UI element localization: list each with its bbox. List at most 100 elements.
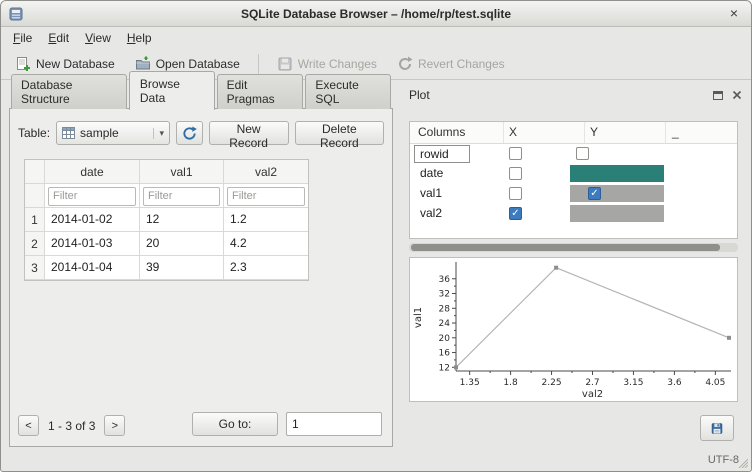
svg-text:4.05: 4.05 <box>705 378 725 388</box>
y-color-block-val1[interactable] <box>570 185 664 202</box>
write-changes-icon <box>277 56 293 72</box>
plot-column-row: date <box>410 164 737 184</box>
cell-date[interactable]: 2014-01-03 <box>45 232 140 256</box>
next-page-button[interactable]: > <box>104 415 125 436</box>
menu-file[interactable]: File <box>5 29 40 47</box>
table-corner-cell <box>25 160 45 184</box>
close-icon: × <box>730 5 738 21</box>
horizontal-scrollbar[interactable] <box>409 243 738 252</box>
titlebar[interactable]: SQLite Database Browser – /home/rp/test.… <box>1 1 751 27</box>
svg-text:val1: val1 <box>413 307 424 328</box>
column-header-val1[interactable]: val1 <box>140 160 224 184</box>
row-number[interactable]: 2 <box>25 232 45 256</box>
row-number[interactable]: 1 <box>25 208 45 232</box>
main-panel: Database Structure Browse Data Edit Prag… <box>9 85 393 447</box>
y-color-block-val2[interactable] <box>570 205 664 222</box>
plot-header-columns[interactable]: Columns <box>418 125 465 139</box>
tab-database-structure[interactable]: Database Structure <box>11 74 127 109</box>
goto-button[interactable]: Go to: <box>192 412 278 436</box>
tab-execute-sql[interactable]: Execute SQL <box>305 74 391 109</box>
cell-date[interactable]: 2014-01-02 <box>45 208 140 232</box>
cell-val2[interactable]: 4.2 <box>224 232 308 256</box>
open-database-label: Open Database <box>156 57 240 71</box>
plot-column-row: val2 <box>410 204 737 224</box>
column-header-date[interactable]: date <box>45 160 140 184</box>
plot-row-val2[interactable]: val2 <box>420 206 442 220</box>
revert-changes-button: Revert Changes <box>389 53 513 75</box>
table-select-value: sample <box>80 126 148 140</box>
header-separator <box>665 122 666 143</box>
refresh-icon <box>182 126 197 141</box>
new-record-button[interactable]: New Record <box>209 121 289 145</box>
scrollbar-thumb[interactable] <box>411 244 720 251</box>
refresh-button[interactable] <box>176 121 203 145</box>
goto-input[interactable] <box>286 412 382 436</box>
dock-close-icon[interactable] <box>730 88 744 102</box>
menu-help[interactable]: Help <box>119 29 160 47</box>
window-title: SQLite Database Browser – /home/rp/test.… <box>241 7 511 21</box>
save-plot-button[interactable] <box>700 415 734 441</box>
cell-val1[interactable]: 12 <box>140 208 224 232</box>
column-header-val2[interactable]: val2 <box>224 160 308 184</box>
svg-text:28: 28 <box>439 304 451 314</box>
tab-browse-data[interactable]: Browse Data <box>129 71 215 110</box>
filter-input-val1[interactable] <box>143 187 220 206</box>
goto-controls: Go to: <box>192 412 382 436</box>
svg-text:2.25: 2.25 <box>542 378 562 388</box>
window-close-button[interactable]: × <box>725 4 743 22</box>
plot-row-val1[interactable]: val1 <box>420 186 442 200</box>
delete-record-button[interactable]: Delete Record <box>295 121 384 145</box>
plot-header-y[interactable]: Y <box>590 125 598 139</box>
app-icon <box>9 7 23 21</box>
x-checkbox-val1[interactable] <box>509 187 522 200</box>
table-select[interactable]: sample ▾ <box>56 121 170 145</box>
cell-val2[interactable]: 1.2 <box>224 208 308 232</box>
new-database-icon <box>15 56 31 72</box>
cell-val1[interactable]: 20 <box>140 232 224 256</box>
tab-edit-pragmas[interactable]: Edit Pragmas <box>217 74 304 109</box>
plot-columns-header: Columns X Y _ <box>410 122 737 144</box>
plot-header-extra[interactable]: _ <box>672 125 679 139</box>
svg-text:20: 20 <box>439 334 451 344</box>
menu-edit[interactable]: Edit <box>40 29 77 47</box>
cell-val1[interactable]: 39 <box>140 256 224 280</box>
chevron-down-icon: ▾ <box>153 128 164 139</box>
cell-date[interactable]: 2014-01-04 <box>45 256 140 280</box>
plot-column-row: val1 <box>410 184 737 204</box>
plot-header-x[interactable]: X <box>509 125 517 139</box>
table-label: Table: <box>18 126 50 140</box>
plot-dock-title: Plot <box>409 88 430 102</box>
plot-row-date[interactable]: date <box>420 166 443 180</box>
row-number[interactable]: 3 <box>25 256 45 280</box>
save-icon <box>711 420 723 437</box>
dock-float-icon[interactable] <box>711 88 725 102</box>
filter-input-val2[interactable] <box>227 187 305 206</box>
header-separator <box>584 122 585 143</box>
svg-text:1.35: 1.35 <box>460 378 480 388</box>
x-checkbox-date[interactable] <box>509 167 522 180</box>
cell-val2[interactable]: 2.3 <box>224 256 308 280</box>
x-checkbox-val2[interactable] <box>509 207 522 220</box>
records-table: date val1 val2 1 2014-01-02 12 1.2 2 201… <box>24 159 309 281</box>
new-database-button[interactable]: New Database <box>7 53 123 75</box>
filter-corner-cell <box>25 184 45 208</box>
menu-view[interactable]: View <box>77 29 119 47</box>
tab-bar: Database Structure Browse Data Edit Prag… <box>11 85 393 109</box>
plot-row-rowid[interactable]: rowid <box>414 145 470 163</box>
filter-input-date[interactable] <box>48 187 136 206</box>
x-checkbox-rowid[interactable] <box>509 147 522 160</box>
plot-canvas[interactable]: 121620242832361.351.82.252.73.153.64.05v… <box>409 257 738 402</box>
write-changes-button: Write Changes <box>269 53 385 75</box>
svg-text:1.8: 1.8 <box>503 378 518 388</box>
svg-text:12: 12 <box>439 363 450 373</box>
y-color-block-date[interactable] <box>570 165 664 182</box>
y-checkbox-val1[interactable] <box>588 187 601 200</box>
svg-text:16: 16 <box>439 349 451 359</box>
y-checkbox-rowid[interactable] <box>576 147 589 160</box>
resize-grip[interactable] <box>736 456 748 468</box>
browse-data-frame: Table: sample ▾ <box>9 108 393 447</box>
table-controls: Table: sample ▾ <box>18 121 384 145</box>
toolbar-separator <box>258 54 259 74</box>
svg-text:3.15: 3.15 <box>623 378 643 388</box>
prev-page-button[interactable]: < <box>18 415 39 436</box>
